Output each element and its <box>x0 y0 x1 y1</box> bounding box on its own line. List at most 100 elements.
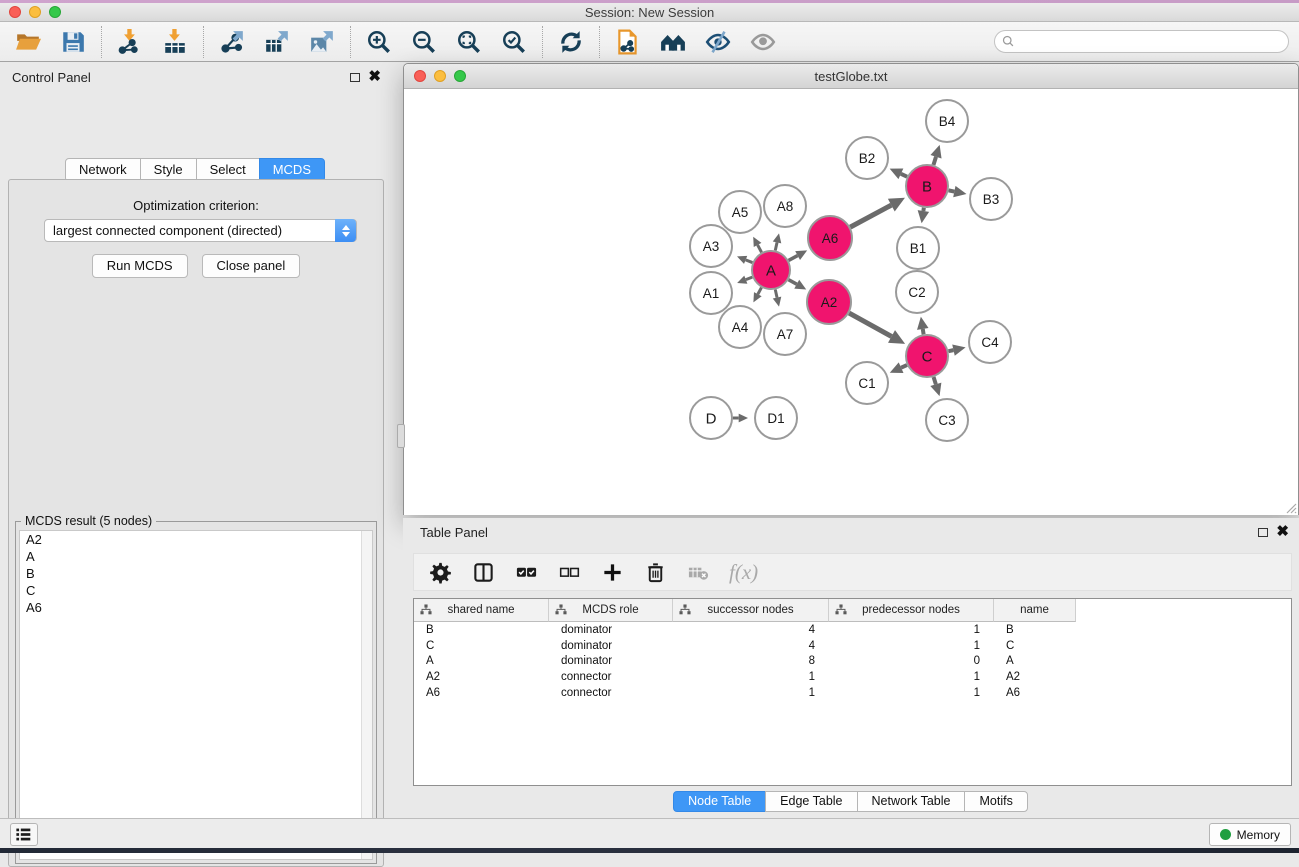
table-row[interactable]: Adominator80A <box>414 653 1291 669</box>
memory-status-icon <box>1220 829 1231 840</box>
result-item[interactable]: A6 <box>20 599 372 616</box>
zoom-in-button[interactable] <box>364 27 394 57</box>
node-label-C2: C2 <box>908 285 925 300</box>
refresh-layout-button[interactable] <box>556 27 586 57</box>
network-from-file-button[interactable] <box>613 27 643 57</box>
search-input[interactable] <box>994 30 1289 53</box>
zoom-out-button[interactable] <box>409 27 439 57</box>
table-cell: 8 <box>673 655 829 667</box>
panel-splitter-handle[interactable] <box>397 424 405 448</box>
tab-node-table[interactable]: Node Table <box>673 791 766 812</box>
edge-B-B2 <box>901 174 907 177</box>
column-header-successor-nodes[interactable]: successor nodes <box>673 599 829 622</box>
column-type-icon <box>554 603 568 617</box>
delete-columns-button[interactable] <box>643 559 669 585</box>
control-panel-header: Control Panel ✖ <box>0 62 391 92</box>
add-column-button[interactable] <box>600 559 626 585</box>
table-cell: 1 <box>673 687 829 699</box>
float-panel-icon[interactable] <box>350 73 360 82</box>
unselect-all-columns-button[interactable] <box>557 559 583 585</box>
network-canvas[interactable]: AA1A2A3A4A5A6A7A8BB1B2B3B4CC1C2C3C4DD1 <box>404 89 1298 515</box>
column-header-MCDS-role[interactable]: MCDS role <box>549 599 673 622</box>
table-cell: 1 <box>829 640 994 652</box>
column-label: predecessor nodes <box>862 604 960 616</box>
float-table-panel-icon[interactable] <box>1258 528 1268 537</box>
mcds-result-list: A2ABCA6 <box>19 530 373 860</box>
open-file-icon <box>15 29 41 55</box>
column-header-shared-name[interactable]: shared name <box>414 599 549 622</box>
hide-graphics-details-button[interactable] <box>703 27 733 57</box>
preview-eye-icon <box>750 29 776 55</box>
table-header-row: shared nameMCDS rolesuccessor nodes prede… <box>414 599 1291 622</box>
table-cell: C <box>414 640 549 652</box>
table-row[interactable]: A2connector11A2 <box>414 669 1291 685</box>
import-table-icon <box>162 29 188 55</box>
export-table-button[interactable] <box>262 27 292 57</box>
column-layout-button[interactable] <box>471 559 497 585</box>
home-button[interactable] <box>658 27 688 57</box>
table-settings-icon <box>429 561 453 584</box>
import-network-icon <box>117 29 143 55</box>
column-header-name[interactable]: name <box>994 599 1076 622</box>
table-panel-title: Table Panel <box>420 525 488 540</box>
result-item[interactable]: A2 <box>20 531 372 548</box>
export-network-button[interactable] <box>217 27 247 57</box>
import-table-button[interactable] <box>160 27 190 57</box>
run-mcds-button[interactable]: Run MCDS <box>92 254 188 278</box>
node-label-D: D <box>706 410 717 427</box>
desktop-background-bottom <box>0 848 1299 853</box>
criterion-value: largest connected component (directed) <box>53 223 282 238</box>
toolbar-group <box>599 26 791 58</box>
node-label-C: C <box>922 348 933 365</box>
delete-table-button[interactable] <box>686 559 712 585</box>
tab-network-table[interactable]: Network Table <box>857 791 966 812</box>
result-item[interactable]: B <box>20 565 372 582</box>
resize-handle-icon[interactable] <box>1284 501 1297 514</box>
node-label-D1: D1 <box>767 411 784 426</box>
select-all-columns-button[interactable] <box>514 559 540 585</box>
result-item[interactable]: A <box>20 548 372 565</box>
close-panel-button[interactable]: Close panel <box>202 254 301 278</box>
node-label-A6: A6 <box>822 231 839 246</box>
toolbar-group <box>101 26 203 58</box>
task-history-button[interactable] <box>10 823 38 846</box>
table-row[interactable]: Cdominator41C <box>414 638 1291 654</box>
node-table: shared nameMCDS rolesuccessor nodes prede… <box>413 598 1292 786</box>
refresh-layout-icon <box>558 29 584 55</box>
toolbar-group <box>350 26 542 58</box>
memory-button[interactable]: Memory <box>1209 823 1291 846</box>
edge-C-C3 <box>934 377 936 384</box>
close-panel-icon[interactable]: ✖ <box>368 72 381 82</box>
preview-eye-button[interactable] <box>748 27 778 57</box>
zoom-fit-button[interactable] <box>454 27 484 57</box>
table-settings-button[interactable] <box>428 559 454 585</box>
zoom-selected-button[interactable] <box>499 27 529 57</box>
result-scrollbar[interactable] <box>361 531 372 859</box>
result-item[interactable]: C <box>20 582 372 599</box>
close-table-panel-icon[interactable]: ✖ <box>1276 527 1289 537</box>
edge-B-B3 <box>949 190 955 191</box>
criterion-dropdown[interactable]: largest connected component (directed) <box>44 219 357 242</box>
column-header-predecessor-nodes[interactable]: predecessor nodes <box>829 599 994 622</box>
tab-edge-table[interactable]: Edge Table <box>765 791 857 812</box>
table-cell: A6 <box>414 687 549 699</box>
tab-motifs[interactable]: Motifs <box>964 791 1027 812</box>
home-icon <box>660 29 686 55</box>
function-builder-button[interactable]: f(x) <box>729 560 758 585</box>
edge-B-B4 <box>933 157 936 165</box>
control-panel-title: Control Panel <box>12 70 91 85</box>
table-cell: connector <box>549 671 673 683</box>
table-row[interactable]: Bdominator41B <box>414 622 1291 638</box>
node-label-A1: A1 <box>703 286 720 301</box>
control-panel: Control Panel ✖ NetworkStyleSelectMCDS O… <box>0 62 391 818</box>
import-network-button[interactable] <box>115 27 145 57</box>
export-image-button[interactable] <box>307 27 337 57</box>
main-toolbar <box>0 22 1299 62</box>
node-label-A2: A2 <box>821 295 838 310</box>
unselect-all-columns-icon <box>558 561 582 584</box>
memory-label: Memory <box>1237 828 1280 842</box>
save-session-button[interactable] <box>58 27 88 57</box>
table-row[interactable]: A6connector11A6 <box>414 685 1291 701</box>
open-file-button[interactable] <box>13 27 43 57</box>
table-cell: 1 <box>829 687 994 699</box>
